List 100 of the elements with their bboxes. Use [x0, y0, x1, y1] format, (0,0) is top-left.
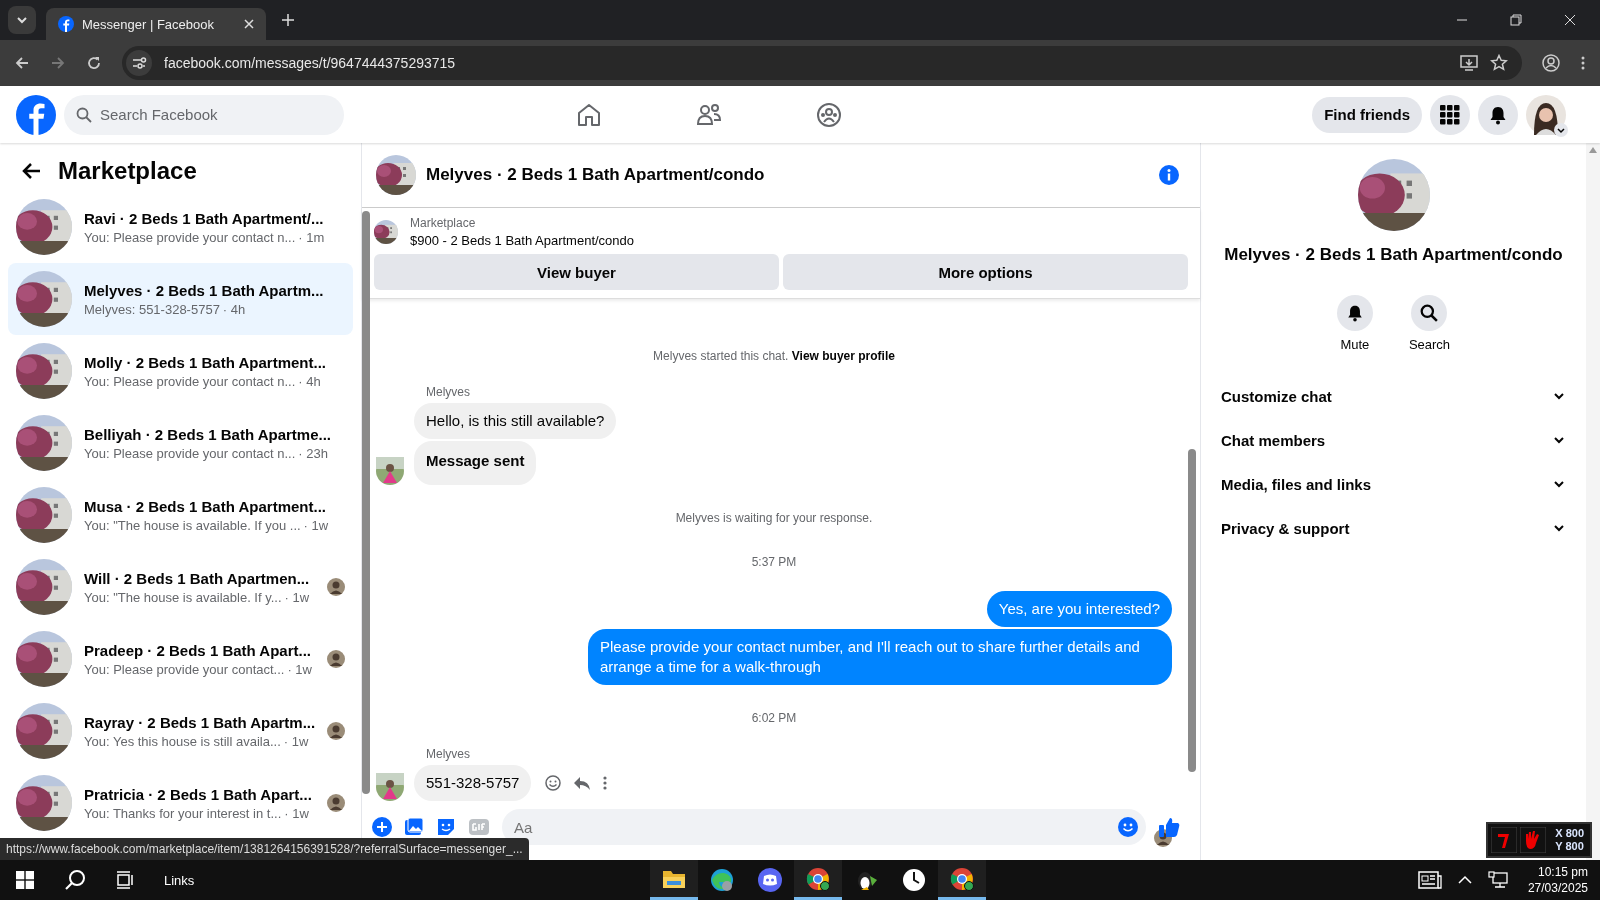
- reply-icon[interactable]: [573, 775, 592, 791]
- close-icon[interactable]: [244, 19, 254, 29]
- friends-icon[interactable]: [696, 101, 722, 128]
- sticker-icon[interactable]: [436, 817, 456, 837]
- chat-title: Melyves · 2 Beds 1 Bath Apartment/condo: [426, 165, 765, 185]
- conversation-item[interactable]: Rayray · 2 Beds 1 Bath Apartm... You: Yes this house is still availa... · 1w: [8, 695, 354, 767]
- y-reading: Y 800: [1555, 840, 1584, 853]
- network-icon[interactable]: [1487, 871, 1508, 889]
- message-time: · 1m: [298, 229, 325, 245]
- section-header[interactable]: Privacy & support: [1217, 506, 1570, 550]
- search-icon: [1420, 304, 1439, 322]
- conversation-item[interactable]: Musa · 2 Beds 1 Bath Apartment... You: "The house is available. If you ... · 1w: [8, 479, 354, 551]
- more-icon[interactable]: [603, 775, 608, 791]
- emoji-icon[interactable]: [1118, 817, 1138, 837]
- reload-icon[interactable]: [86, 55, 102, 71]
- conversation-item[interactable]: Pratricia · 2 Beds 1 Bath Apart... You: Thanks for your interest in t... · 1w: [8, 767, 354, 839]
- facebook-icon: [58, 16, 74, 32]
- conversation-item[interactable]: Melyves · 2 Beds 1 Bath Apartm... Melyves: 551-328-5757 · 4h: [8, 263, 354, 335]
- scrollbar-thumb[interactable]: [1188, 449, 1196, 772]
- taskbar-app-button[interactable]: [938, 860, 986, 900]
- seen-avatar-icon: [327, 578, 346, 596]
- image-icon[interactable]: [404, 817, 424, 837]
- bell-icon: [1488, 104, 1508, 125]
- search-icon[interactable]: [64, 869, 86, 891]
- sender-avatar: [376, 457, 404, 485]
- chevron-up-icon[interactable]: [1457, 875, 1472, 885]
- conversation-name: Belliyah · 2 Beds 1 Bath Apartme...: [84, 425, 333, 443]
- sidebar-title: Marketplace: [58, 157, 197, 185]
- message-preview: You: Please provide your contact n...: [84, 373, 296, 389]
- listing-button[interactable]: View buyer: [374, 254, 779, 290]
- hand-icon: [1520, 827, 1547, 853]
- new-tab-icon[interactable]: [282, 14, 294, 26]
- install-app-icon[interactable]: [1460, 54, 1478, 72]
- emoji-icon[interactable]: [545, 775, 562, 791]
- account-button[interactable]: [1526, 94, 1566, 135]
- chrome-icon: [950, 866, 974, 891]
- section-header[interactable]: Chat members: [1217, 418, 1570, 462]
- groups-icon[interactable]: [816, 101, 842, 128]
- message-bubble: Please provide your contact number, and I'll reach out to share further details and arrange a time for a walk-through: [588, 629, 1172, 685]
- chat-name: Melyves · 2 Beds 1 Bath Apartment/condo: [1224, 245, 1563, 265]
- forward-icon[interactable]: [50, 55, 66, 71]
- menu-icon: [1440, 104, 1460, 125]
- sender-avatar: [376, 773, 404, 801]
- menu-icon[interactable]: [1580, 55, 1586, 71]
- conversation-name: Rayray · 2 Beds 1 Bath Apartm...: [84, 713, 316, 731]
- conversation-item[interactable]: Will · 2 Beds 1 Bath Apartmen... You: "The house is available. If y... · 1w: [8, 551, 354, 623]
- buyer-profile-link[interactable]: View buyer profile: [791, 349, 895, 363]
- windows-start-icon[interactable]: [16, 871, 34, 889]
- taskbar-app-button[interactable]: [794, 860, 842, 900]
- task-view-icon[interactable]: [116, 871, 134, 889]
- message-time: · 1w: [284, 805, 309, 821]
- number-icon: [1491, 827, 1518, 853]
- bookmark-star-icon[interactable]: [1490, 54, 1508, 72]
- scroll-up-arrow-icon[interactable]: [1589, 147, 1597, 153]
- profile-icon[interactable]: [1542, 54, 1560, 72]
- section-header[interactable]: Customize chat: [1217, 374, 1570, 418]
- plus-icon[interactable]: [372, 817, 392, 837]
- menu-button[interactable]: [1430, 94, 1470, 135]
- seen-avatar-icon: [327, 794, 346, 812]
- conversation-name: Molly · 2 Beds 1 Bath Apartment...: [84, 353, 327, 371]
- info-icon[interactable]: [1158, 164, 1180, 186]
- message-preview: Melyves: 551-328-5757: [84, 301, 220, 317]
- facebook-logo-icon[interactable]: [16, 94, 56, 135]
- conversation-item[interactable]: Ravi · 2 Beds 1 Bath Apartment/... You: Please provide your contact n... · 1m: [8, 191, 354, 263]
- close-icon[interactable]: [1564, 14, 1576, 26]
- conversation-name: Melyves · 2 Beds 1 Bath Apartm...: [84, 281, 325, 299]
- seen-avatar-icon: [327, 722, 346, 740]
- conversation-item[interactable]: Pradeep · 2 Beds 1 Bath Apart... You: Please provide your contact... · 1w: [8, 623, 354, 695]
- x-reading: X 800: [1555, 827, 1584, 840]
- system-message: Melyves is waiting for your response.: [675, 511, 873, 525]
- taskbar-app-button[interactable]: [650, 860, 698, 900]
- news-icon[interactable]: [1417, 871, 1442, 889]
- system-message: Melyves started this chat. View buyer profile: [653, 349, 895, 363]
- timestamp: 5:37 PM: [751, 555, 797, 569]
- caret-icon: [1554, 122, 1568, 137]
- thumbs-up-icon[interactable]: [1158, 816, 1180, 838]
- conversation-item[interactable]: Belliyah · 2 Beds 1 Bath Apartme... You: Please provide your contact n... · 23h: [8, 407, 354, 479]
- timestamp: 6:02 PM: [751, 711, 797, 725]
- address-bar[interactable]: facebook.com/messages/t/9647444375293715: [122, 46, 1522, 80]
- listing-button[interactable]: More options: [783, 254, 1188, 290]
- message-bubble: 551-328-5757: [414, 765, 532, 801]
- message-time: · 1w: [303, 517, 329, 533]
- section-header[interactable]: Media, files and links: [1217, 462, 1570, 506]
- conversation-name: Ravi · 2 Beds 1 Bath Apartment/...: [84, 209, 325, 227]
- notifications-button[interactable]: [1478, 94, 1518, 135]
- conversation-item[interactable]: Molly · 2 Beds 1 Bath Apartment... You: Please provide your contact n... · 4h: [8, 335, 354, 407]
- message-field[interactable]: Aa: [502, 809, 1146, 845]
- find-friends-button[interactable]: Find friends: [1312, 96, 1422, 133]
- browser-tab[interactable]: Messenger | Facebook: [46, 8, 266, 40]
- chevron-down-icon: [16, 14, 28, 26]
- listing-title: $900 - 2 Beds 1 Bath Apartment/condo: [410, 233, 635, 248]
- site-settings-icon[interactable]: [126, 50, 152, 76]
- links-toolbar[interactable]: Links: [164, 872, 195, 888]
- search-field[interactable]: Search Facebook: [64, 94, 344, 135]
- scrollbar-thumb[interactable]: [362, 211, 371, 794]
- restore-icon[interactable]: [1510, 14, 1522, 26]
- back-icon[interactable]: [14, 55, 30, 71]
- back-arrow-icon[interactable]: [22, 161, 42, 181]
- home-icon[interactable]: [576, 101, 602, 128]
- tab-list-button[interactable]: [8, 6, 36, 34]
